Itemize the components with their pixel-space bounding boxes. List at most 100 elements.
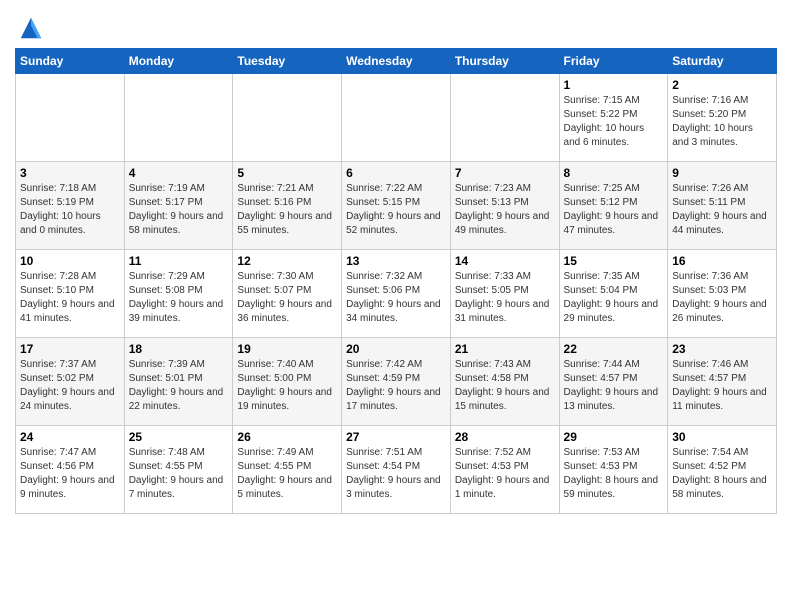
weekday-header-monday: Monday bbox=[124, 49, 233, 74]
calendar-header-row: SundayMondayTuesdayWednesdayThursdayFrid… bbox=[16, 49, 777, 74]
calendar-cell: 24 Sunrise: 7:47 AM Sunset: 4:56 PM Dayli… bbox=[16, 426, 125, 514]
day-number: 17 bbox=[20, 342, 120, 356]
day-info: Sunrise: 7:18 AM Sunset: 5:19 PM Dayligh… bbox=[20, 182, 120, 238]
calendar-cell: 15 Sunrise: 7:35 AM Sunset: 5:04 PM Dayli… bbox=[559, 250, 668, 338]
day-number: 1 bbox=[564, 78, 664, 92]
day-number: 19 bbox=[237, 342, 337, 356]
day-number: 10 bbox=[20, 254, 120, 268]
calendar-body: 1Sunrise: 7:15 AM Sunset: 5:22 PM Daylig… bbox=[16, 74, 777, 514]
day-number: 7 bbox=[455, 166, 555, 180]
calendar-cell: 13 Sunrise: 7:32 AM Sunset: 5:06 PM Dayli… bbox=[342, 250, 451, 338]
day-number: 3 bbox=[20, 166, 120, 180]
weekday-header-wednesday: Wednesday bbox=[342, 49, 451, 74]
calendar-cell: 21Sunrise: 7:43 AM Sunset: 4:58 PM Dayli… bbox=[450, 338, 559, 426]
calendar-cell: 2Sunrise: 7:16 AM Sunset: 5:20 PM Daylig… bbox=[668, 74, 777, 162]
weekday-header-thursday: Thursday bbox=[450, 49, 559, 74]
calendar-cell: 8Sunrise: 7:25 AM Sunset: 5:12 PM Daylig… bbox=[559, 162, 668, 250]
day-info: Sunrise: 7:26 AM Sunset: 5:11 PM Dayligh… bbox=[672, 182, 772, 238]
weekday-header-sunday: Sunday bbox=[16, 49, 125, 74]
day-number: 9 bbox=[672, 166, 772, 180]
day-info: Sunrise: 7:53 AM Sunset: 4:53 PM Dayligh… bbox=[564, 446, 664, 502]
day-number: 24 bbox=[20, 430, 120, 444]
calendar-cell bbox=[233, 74, 342, 162]
calendar-week-2: 3 Sunrise: 7:18 AM Sunset: 5:19 PM Daylig… bbox=[16, 162, 777, 250]
day-number: 20 bbox=[346, 342, 446, 356]
calendar-cell: 28 Sunrise: 7:52 AM Sunset: 4:53 PM Dayli… bbox=[450, 426, 559, 514]
calendar-week-1: 1Sunrise: 7:15 AM Sunset: 5:22 PM Daylig… bbox=[16, 74, 777, 162]
calendar-cell: 18 Sunrise: 7:39 AM Sunset: 5:01 PM Dayli… bbox=[124, 338, 233, 426]
weekday-header-tuesday: Tuesday bbox=[233, 49, 342, 74]
calendar-cell: 6 Sunrise: 7:22 AM Sunset: 5:15 PM Daylig… bbox=[342, 162, 451, 250]
weekday-header-saturday: Saturday bbox=[668, 49, 777, 74]
calendar-week-5: 24 Sunrise: 7:47 AM Sunset: 4:56 PM Dayli… bbox=[16, 426, 777, 514]
calendar-cell: 23 Sunrise: 7:46 AM Sunset: 4:57 PM Dayli… bbox=[668, 338, 777, 426]
calendar-cell: 17 Sunrise: 7:37 AM Sunset: 5:02 PM Dayli… bbox=[16, 338, 125, 426]
calendar-table: SundayMondayTuesdayWednesdayThursdayFrid… bbox=[15, 48, 777, 514]
day-number: 23 bbox=[672, 342, 772, 356]
day-number: 18 bbox=[129, 342, 229, 356]
day-number: 15 bbox=[564, 254, 664, 268]
calendar-week-3: 10 Sunrise: 7:28 AM Sunset: 5:10 PM Dayli… bbox=[16, 250, 777, 338]
day-info: Sunrise: 7:32 AM Sunset: 5:06 PM Dayligh… bbox=[346, 270, 446, 326]
calendar-cell: 26 Sunrise: 7:49 AM Sunset: 4:55 PM Dayli… bbox=[233, 426, 342, 514]
day-info: Sunrise: 7:46 AM Sunset: 4:57 PM Dayligh… bbox=[672, 358, 772, 414]
day-number: 14 bbox=[455, 254, 555, 268]
day-number: 13 bbox=[346, 254, 446, 268]
day-info: Sunrise: 7:39 AM Sunset: 5:01 PM Dayligh… bbox=[129, 358, 229, 414]
day-info: Sunrise: 7:22 AM Sunset: 5:15 PM Dayligh… bbox=[346, 182, 446, 238]
day-info: Sunrise: 7:37 AM Sunset: 5:02 PM Dayligh… bbox=[20, 358, 120, 414]
calendar-cell bbox=[16, 74, 125, 162]
calendar-cell: 22Sunrise: 7:44 AM Sunset: 4:57 PM Dayli… bbox=[559, 338, 668, 426]
day-number: 12 bbox=[237, 254, 337, 268]
calendar-cell: 9 Sunrise: 7:26 AM Sunset: 5:11 PM Daylig… bbox=[668, 162, 777, 250]
day-info: Sunrise: 7:47 AM Sunset: 4:56 PM Dayligh… bbox=[20, 446, 120, 502]
day-number: 4 bbox=[129, 166, 229, 180]
day-number: 26 bbox=[237, 430, 337, 444]
day-number: 2 bbox=[672, 78, 772, 92]
day-info: Sunrise: 7:48 AM Sunset: 4:55 PM Dayligh… bbox=[129, 446, 229, 502]
calendar-cell: 27 Sunrise: 7:51 AM Sunset: 4:54 PM Dayli… bbox=[342, 426, 451, 514]
logo bbox=[15, 14, 45, 42]
day-info: Sunrise: 7:42 AM Sunset: 4:59 PM Dayligh… bbox=[346, 358, 446, 414]
day-info: Sunrise: 7:52 AM Sunset: 4:53 PM Dayligh… bbox=[455, 446, 555, 502]
day-number: 28 bbox=[455, 430, 555, 444]
day-number: 29 bbox=[564, 430, 664, 444]
day-info: Sunrise: 7:23 AM Sunset: 5:13 PM Dayligh… bbox=[455, 182, 555, 238]
calendar-week-4: 17 Sunrise: 7:37 AM Sunset: 5:02 PM Dayli… bbox=[16, 338, 777, 426]
day-number: 6 bbox=[346, 166, 446, 180]
day-info: Sunrise: 7:54 AM Sunset: 4:52 PM Dayligh… bbox=[672, 446, 772, 502]
calendar-cell: 11Sunrise: 7:29 AM Sunset: 5:08 PM Dayli… bbox=[124, 250, 233, 338]
day-info: Sunrise: 7:40 AM Sunset: 5:00 PM Dayligh… bbox=[237, 358, 337, 414]
calendar-cell: 19 Sunrise: 7:40 AM Sunset: 5:00 PM Dayli… bbox=[233, 338, 342, 426]
calendar-cell: 20 Sunrise: 7:42 AM Sunset: 4:59 PM Dayli… bbox=[342, 338, 451, 426]
day-info: Sunrise: 7:36 AM Sunset: 5:03 PM Dayligh… bbox=[672, 270, 772, 326]
day-number: 11 bbox=[129, 254, 229, 268]
day-number: 30 bbox=[672, 430, 772, 444]
day-info: Sunrise: 7:21 AM Sunset: 5:16 PM Dayligh… bbox=[237, 182, 337, 238]
day-info: Sunrise: 7:49 AM Sunset: 4:55 PM Dayligh… bbox=[237, 446, 337, 502]
day-info: Sunrise: 7:28 AM Sunset: 5:10 PM Dayligh… bbox=[20, 270, 120, 326]
day-info: Sunrise: 7:35 AM Sunset: 5:04 PM Dayligh… bbox=[564, 270, 664, 326]
day-number: 25 bbox=[129, 430, 229, 444]
calendar-cell: 4 Sunrise: 7:19 AM Sunset: 5:17 PM Daylig… bbox=[124, 162, 233, 250]
calendar-cell: 10 Sunrise: 7:28 AM Sunset: 5:10 PM Dayli… bbox=[16, 250, 125, 338]
day-info: Sunrise: 7:33 AM Sunset: 5:05 PM Dayligh… bbox=[455, 270, 555, 326]
day-info: Sunrise: 7:44 AM Sunset: 4:57 PM Dayligh… bbox=[564, 358, 664, 414]
day-number: 16 bbox=[672, 254, 772, 268]
day-info: Sunrise: 7:30 AM Sunset: 5:07 PM Dayligh… bbox=[237, 270, 337, 326]
calendar-cell: 3 Sunrise: 7:18 AM Sunset: 5:19 PM Daylig… bbox=[16, 162, 125, 250]
day-info: Sunrise: 7:51 AM Sunset: 4:54 PM Dayligh… bbox=[346, 446, 446, 502]
calendar-cell bbox=[450, 74, 559, 162]
header bbox=[15, 10, 777, 42]
calendar-cell: 29 Sunrise: 7:53 AM Sunset: 4:53 PM Dayli… bbox=[559, 426, 668, 514]
day-info: Sunrise: 7:19 AM Sunset: 5:17 PM Dayligh… bbox=[129, 182, 229, 238]
calendar-cell: 1Sunrise: 7:15 AM Sunset: 5:22 PM Daylig… bbox=[559, 74, 668, 162]
day-info: Sunrise: 7:43 AM Sunset: 4:58 PM Dayligh… bbox=[455, 358, 555, 414]
day-number: 5 bbox=[237, 166, 337, 180]
day-number: 27 bbox=[346, 430, 446, 444]
weekday-header-friday: Friday bbox=[559, 49, 668, 74]
calendar-cell: 30 Sunrise: 7:54 AM Sunset: 4:52 PM Dayli… bbox=[668, 426, 777, 514]
calendar-cell: 25 Sunrise: 7:48 AM Sunset: 4:55 PM Dayli… bbox=[124, 426, 233, 514]
calendar-cell: 14 Sunrise: 7:33 AM Sunset: 5:05 PM Dayli… bbox=[450, 250, 559, 338]
calendar-cell: 5 Sunrise: 7:21 AM Sunset: 5:16 PM Daylig… bbox=[233, 162, 342, 250]
